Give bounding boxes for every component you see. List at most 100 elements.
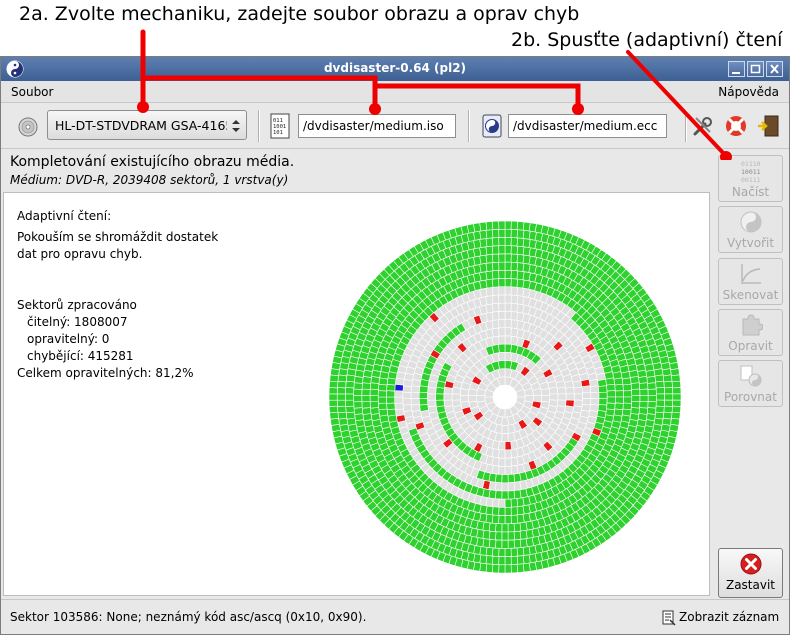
sector-read bbox=[336, 399, 346, 407]
sector-read bbox=[345, 387, 355, 395]
menu-file[interactable]: Soubor bbox=[11, 85, 53, 99]
sector-read bbox=[498, 564, 506, 574]
sector-unread bbox=[548, 386, 559, 395]
sector-read bbox=[613, 377, 624, 386]
sector-unread bbox=[565, 386, 575, 395]
stop-button[interactable]: Zastavit bbox=[718, 548, 783, 598]
sector-read bbox=[671, 380, 682, 389]
fix-button[interactable]: Opravit bbox=[718, 309, 783, 356]
sector-read bbox=[655, 399, 665, 407]
sector-read bbox=[498, 547, 506, 557]
disc-sector-map bbox=[328, 220, 682, 574]
sector-read bbox=[491, 555, 500, 565]
read-button[interactable]: 01110 10011 00111 Načíst bbox=[718, 155, 783, 202]
sector-read bbox=[498, 269, 506, 279]
drive-selector[interactable]: HL-DT-STDVDRAM GSA-4165B bbox=[47, 110, 247, 140]
sector-read bbox=[504, 253, 512, 263]
help-icon[interactable] bbox=[724, 114, 748, 138]
sector-unread bbox=[513, 481, 522, 491]
window-title: dvdisaster-0.64 (pl2) bbox=[323, 61, 467, 75]
image-file-icon[interactable]: 011 1001 101 bbox=[269, 113, 291, 139]
sector-read bbox=[639, 395, 649, 403]
sector-read bbox=[353, 395, 363, 403]
image-file-input[interactable]: /dvdisaster/medium.iso bbox=[298, 114, 456, 138]
sector-read bbox=[418, 398, 429, 406]
sector-unread bbox=[451, 399, 462, 408]
menu-help[interactable]: Nápověda bbox=[718, 85, 779, 99]
close-window-button[interactable] bbox=[766, 61, 783, 77]
sector-read bbox=[386, 402, 396, 411]
total-repairable: Celkem opravitelných: 81,2% bbox=[17, 366, 194, 380]
sector-read bbox=[623, 396, 633, 404]
missing-count: chybějící: 415281 bbox=[27, 349, 134, 363]
sector-read bbox=[345, 380, 355, 389]
sector-unread bbox=[581, 398, 592, 406]
sector-read bbox=[491, 270, 500, 280]
sector-read bbox=[495, 523, 503, 533]
sector-read bbox=[654, 374, 665, 383]
status-bar: Sektor 103586: None; neznámý kód asc/asc… bbox=[1, 599, 789, 634]
quit-icon[interactable] bbox=[756, 114, 780, 138]
sector-read bbox=[631, 388, 641, 396]
stop-button-label: Zastavit bbox=[725, 578, 776, 592]
sector-unread bbox=[443, 393, 453, 401]
sector-read bbox=[622, 383, 632, 392]
annotation-step-2b: 2b. Spusťte (adaptivní) čtení bbox=[511, 29, 783, 51]
sector-unread bbox=[501, 433, 509, 443]
sector-unread bbox=[451, 393, 461, 401]
sector-read bbox=[353, 401, 363, 409]
sector-unread bbox=[491, 319, 500, 329]
sector-read bbox=[672, 399, 682, 407]
verify-button[interactable]: Porovnat bbox=[718, 360, 783, 407]
sector-unread bbox=[504, 294, 512, 304]
sector-read bbox=[516, 513, 525, 524]
sector-read bbox=[361, 395, 371, 403]
maximize-button[interactable] bbox=[747, 61, 764, 77]
action-sidebar: 01110 10011 00111 Načíst Vytvořit Skenov… bbox=[714, 150, 789, 599]
show-log-button[interactable]: Zobrazit záznam bbox=[660, 606, 782, 630]
sector-read bbox=[353, 407, 364, 415]
main-content: Kompletování existujícího obrazu média. … bbox=[1, 150, 714, 599]
sector-read bbox=[513, 489, 522, 500]
sector-read bbox=[664, 399, 674, 407]
sector-read bbox=[485, 245, 494, 256]
sector-read bbox=[597, 378, 607, 387]
sector-read bbox=[328, 380, 339, 389]
sector-read bbox=[491, 253, 500, 263]
sector-unread bbox=[556, 386, 567, 395]
app-window: dvdisaster-0.64 (pl2) Soubor Nápověda HL… bbox=[0, 56, 790, 635]
sector-read bbox=[655, 405, 665, 414]
scan-button-label: Skenovat bbox=[722, 288, 779, 302]
sector-read bbox=[629, 376, 640, 384]
sector-unread bbox=[507, 482, 516, 492]
sector-read bbox=[377, 390, 387, 398]
scan-button[interactable]: Skenovat bbox=[718, 258, 783, 305]
sectors-processed-label: Sektorů zpracováno bbox=[17, 298, 137, 312]
preferences-icon[interactable] bbox=[691, 114, 715, 138]
sector-read bbox=[513, 539, 522, 549]
sector-read bbox=[501, 539, 509, 549]
sector-unread bbox=[504, 286, 512, 296]
create-button[interactable]: Vytvořit bbox=[718, 206, 783, 253]
ecc-file-input[interactable]: /dvdisaster/medium.ecc bbox=[508, 114, 667, 138]
sector-unread bbox=[491, 311, 500, 321]
ecc-file-icon[interactable] bbox=[482, 114, 502, 138]
compare-icon bbox=[740, 365, 762, 387]
sector-read bbox=[510, 547, 519, 557]
minimize-button[interactable] bbox=[728, 61, 745, 77]
sector-read bbox=[345, 399, 355, 407]
sector-read bbox=[516, 563, 525, 573]
sector-read bbox=[479, 221, 488, 232]
sector-read bbox=[614, 396, 624, 404]
maximize-icon bbox=[750, 64, 761, 74]
sector-unread bbox=[402, 404, 413, 412]
sector-unread bbox=[402, 398, 412, 406]
sector-unread bbox=[498, 335, 506, 345]
sector-read bbox=[510, 237, 519, 247]
sector-read bbox=[513, 522, 522, 532]
sector-read bbox=[491, 514, 500, 524]
sector-read bbox=[631, 401, 641, 409]
sector-read bbox=[639, 401, 649, 409]
sector-unread bbox=[589, 385, 600, 393]
sector-read bbox=[504, 556, 512, 566]
